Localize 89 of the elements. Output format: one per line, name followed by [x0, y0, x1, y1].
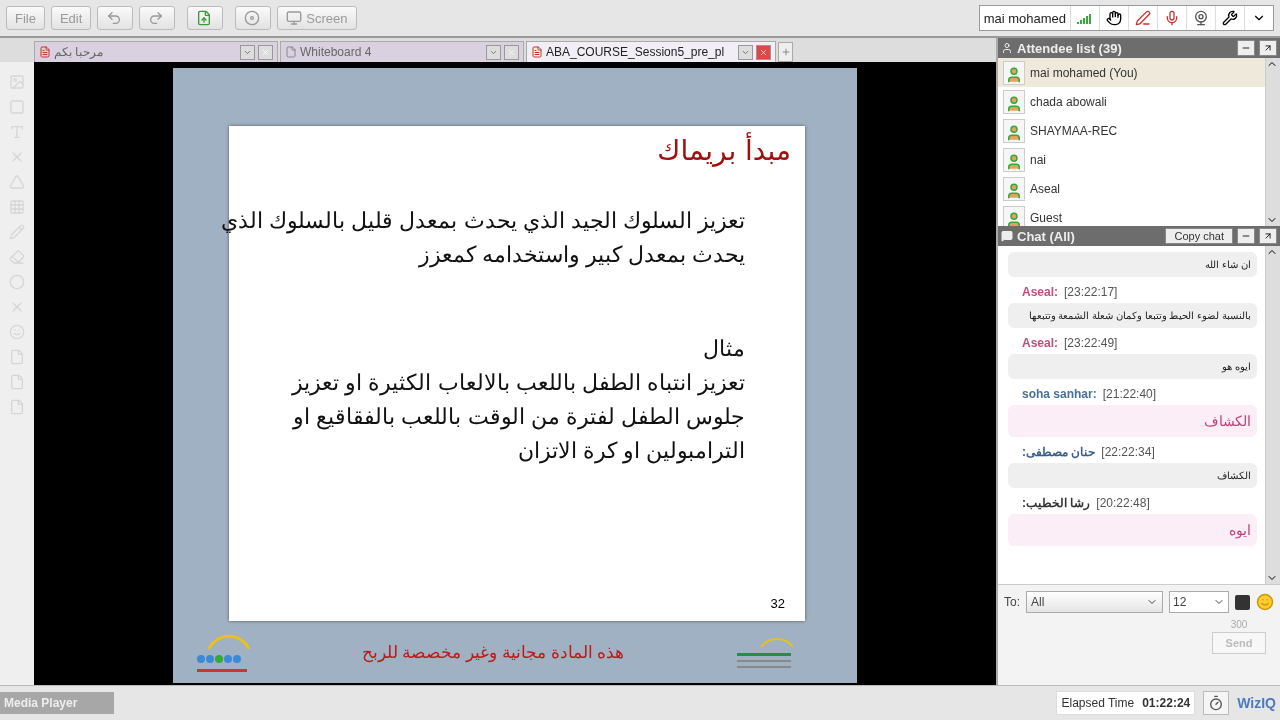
elapsed-label: Elapsed Time — [1061, 696, 1135, 710]
slide-footer: هذه المادة مجانية وغير مخصصة للربح — [361, 641, 625, 663]
chat-message: الكشاف — [1008, 405, 1257, 437]
copy-chat-button[interactable]: Copy chat — [1165, 228, 1233, 244]
chat-sender: رشا الخطيب: — [1022, 496, 1091, 510]
chat-message: ايوه — [1008, 514, 1257, 546]
arrow-icon — [1263, 231, 1273, 241]
redo-icon — [148, 10, 165, 26]
slide-text: تعزيز السلوك الجيد الذي يحدث بمعدل قليل بالسلوك الذي — [221, 207, 745, 236]
chat-time: [22:22:34] — [1101, 445, 1155, 459]
attendee-item[interactable]: mai mohamed (You) — [998, 58, 1265, 87]
document-tab[interactable]: Whiteboard 4 — [280, 41, 524, 62]
disc-icon — [244, 10, 261, 26]
arrow-icon — [1263, 43, 1273, 53]
avatar-icon — [1005, 65, 1023, 84]
plus-icon — [780, 47, 791, 57]
slide-text: جلوس الطفل لفترة من الوقت باللعب بالفقاقيع او — [293, 403, 745, 432]
chat-time: [20:22:48] — [1096, 496, 1150, 510]
upload-button[interactable] — [187, 6, 224, 30]
tab-menu-button[interactable] — [486, 44, 501, 60]
chat-time: [21:22:40] — [1102, 387, 1157, 401]
avatar-icon — [1005, 94, 1023, 113]
chat-time: [23:22:17] — [1064, 285, 1118, 299]
chat-message: الكشاف — [1008, 463, 1257, 488]
panel-title: Chat (All) — [1017, 228, 1076, 244]
user-name: mai mohamed — [982, 10, 1067, 26]
person-icon — [1001, 42, 1013, 54]
color-picker[interactable] — [1235, 594, 1250, 610]
brand-logo: WizIQ — [1237, 695, 1276, 711]
close-icon — [261, 47, 270, 57]
document-icon — [531, 46, 543, 58]
chat-sender: Aseal: — [1022, 285, 1059, 299]
chat-message: ايوه هو — [1008, 354, 1257, 379]
chat-sender: soha sanhar: — [1022, 387, 1097, 401]
document-tab[interactable]: مرحبا بكم — [34, 41, 278, 62]
chat-sender: حنان مصطفى: — [1022, 445, 1096, 459]
webcam-icon[interactable] — [1193, 10, 1209, 26]
hand-icon[interactable] — [1106, 10, 1122, 26]
slide-number: 32 — [770, 596, 785, 611]
slide-text: الترامبولين او كرة الاتزان — [517, 437, 745, 466]
microphone-icon[interactable] — [1164, 10, 1180, 26]
chat-sender: Aseal: — [1022, 336, 1059, 350]
slide-title: مبدأ بريماك — [657, 134, 791, 167]
undo-button[interactable] — [97, 6, 134, 30]
signal-icon — [1077, 12, 1093, 24]
chat-message: بالنسبة لضوء الحيط وتتبعا وكمان شعلة الشمعة وتتبعها — [1008, 303, 1257, 328]
close-button[interactable] — [258, 44, 273, 60]
tab-menu-button[interactable] — [240, 44, 255, 60]
font-size-dropdown[interactable]: 12 — [1169, 591, 1229, 613]
popout-button[interactable] — [1259, 228, 1277, 244]
timer-button[interactable] — [1203, 691, 1230, 715]
elapsed-time: 01:22:24 — [1142, 696, 1191, 710]
document-tab[interactable]: ABA_COURSE_Session5_pre_pl — [526, 41, 776, 62]
avatar-icon — [1005, 123, 1023, 142]
avatar-icon — [1005, 210, 1023, 226]
close-icon — [507, 47, 516, 57]
close-button[interactable] — [756, 44, 771, 60]
stopwatch-icon — [1208, 695, 1225, 711]
monitor-icon — [286, 10, 303, 26]
document-icon — [39, 46, 51, 58]
pen-icon[interactable] — [1135, 10, 1151, 26]
character-count: 300 — [1230, 619, 1248, 630]
slide-text: يحدث بمعدل كبير واستخدامه كمعزز — [418, 241, 745, 270]
close-button[interactable] — [504, 44, 519, 60]
close-icon — [759, 47, 768, 57]
panel-title: Attendee list (39) — [1017, 40, 1123, 56]
file-upload-icon — [196, 10, 213, 26]
speech-bubble-icon — [1001, 230, 1013, 242]
popout-button[interactable] — [1259, 40, 1277, 56]
settings-icon[interactable] — [1222, 10, 1238, 26]
slide-text: تعزيز انتباه الطفل باللعب بالالعاب الكثيرة او تعزيز — [292, 369, 745, 398]
record-button[interactable] — [235, 6, 272, 30]
minimize-button[interactable] — [1237, 228, 1255, 244]
scrollbar[interactable] — [1265, 246, 1280, 584]
scrollbar[interactable] — [1265, 58, 1280, 226]
redo-button[interactable] — [139, 6, 176, 30]
chat-time: [23:22:49] — [1064, 336, 1118, 350]
avatar-icon — [1005, 181, 1023, 200]
add-tab-button[interactable] — [778, 42, 793, 62]
undo-icon — [106, 10, 123, 26]
page-icon — [285, 46, 297, 58]
chat-message: ان شاء الله — [1008, 252, 1257, 277]
slide-text: مثال — [703, 335, 745, 363]
tab-menu-button[interactable] — [738, 44, 753, 60]
avatar-icon — [1005, 152, 1023, 171]
minimize-button[interactable] — [1237, 40, 1255, 56]
recipient-dropdown[interactable]: All — [1026, 591, 1163, 613]
to-label: To: — [1004, 595, 1020, 609]
smiley-icon[interactable] — [1256, 593, 1274, 611]
